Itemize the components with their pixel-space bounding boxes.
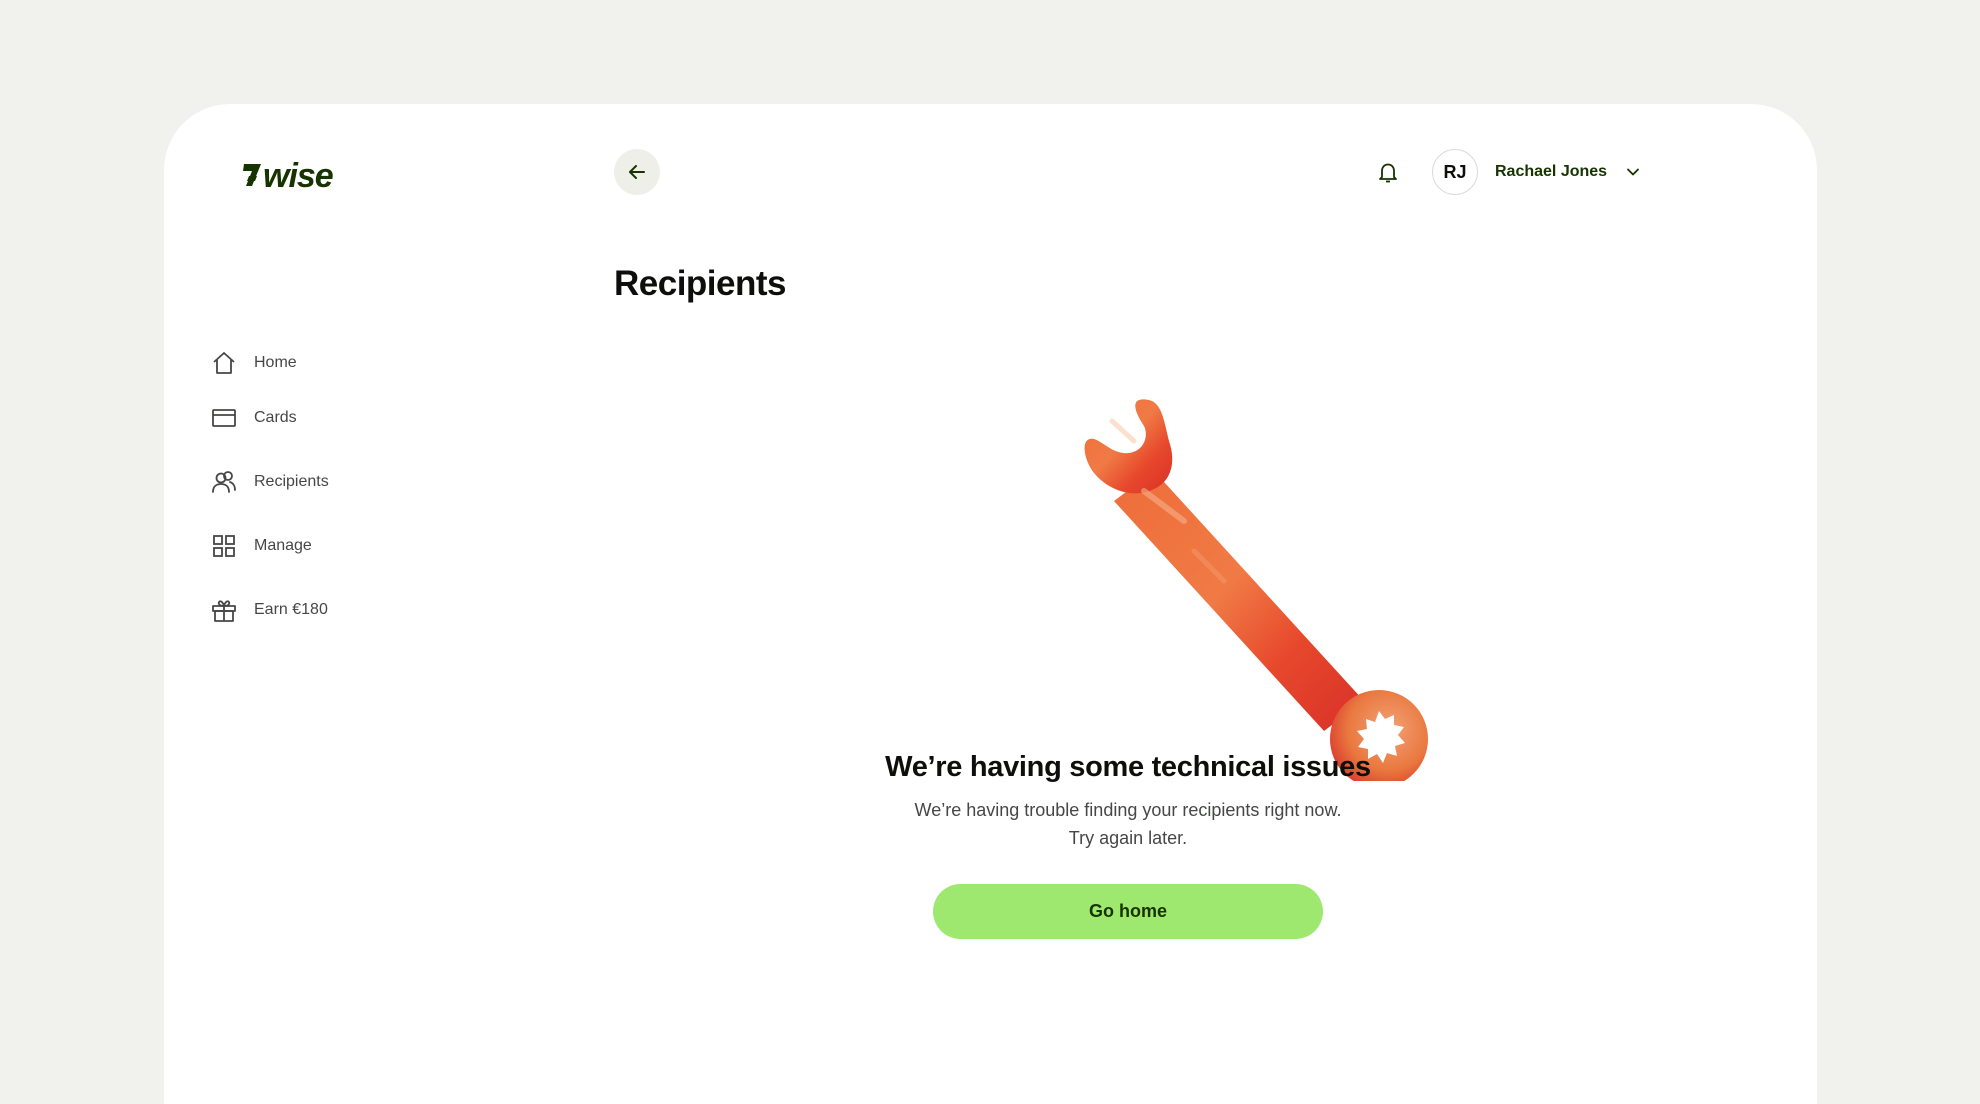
error-message-line: We’re having trouble finding your recipi…: [914, 800, 1342, 820]
card-icon: [210, 404, 238, 432]
sidebar-item-label: Earn €180: [254, 601, 328, 618]
error-headline: We’re having some technical issues: [885, 751, 1371, 783]
go-home-button[interactable]: Go home: [933, 884, 1323, 939]
sidebar-item-manage[interactable]: Manage: [210, 531, 470, 561]
page-title: Recipients: [614, 264, 787, 303]
wise-logo[interactable]: wise: [241, 154, 371, 196]
sidebar-item-recipients[interactable]: Recipients: [210, 467, 470, 497]
wrench-illustration: [1084, 399, 1428, 781]
sidebar-item-earn[interactable]: Earn €180: [210, 595, 470, 625]
arrow-left-icon: [629, 165, 645, 179]
chevron-down-icon[interactable]: [1625, 164, 1641, 180]
sidebar-item-label: Manage: [254, 537, 312, 554]
error-message: We’re having trouble finding your recipi…: [828, 796, 1428, 852]
error-message-line: Try again later.: [1068, 828, 1188, 848]
back-button[interactable]: [614, 149, 660, 195]
sidebar-item-label: Cards: [254, 409, 297, 426]
avatar[interactable]: RJ: [1432, 149, 1478, 195]
svg-text:wise: wise: [263, 157, 333, 195]
user-name[interactable]: Rachael Jones: [1495, 163, 1607, 181]
bell-icon: [1379, 163, 1397, 183]
gift-icon: [210, 596, 238, 624]
error-panel: We’re having some technical issues We’re…: [828, 751, 1428, 852]
sidebar-item-label: Home: [254, 354, 297, 371]
user-menu[interactable]: RJ Rachael Jones: [1432, 149, 1641, 195]
sidebar-item-home[interactable]: Home: [210, 348, 470, 378]
app-window: wise Home Cards Recipients Manage Earn €…: [164, 104, 1817, 1104]
grid-icon: [210, 532, 238, 560]
notifications-button[interactable]: [1375, 159, 1401, 185]
sidebar-item-label: Recipients: [254, 473, 329, 490]
sidebar-item-cards[interactable]: Cards: [210, 403, 470, 433]
recipients-icon: [210, 468, 238, 496]
home-icon: [210, 349, 238, 377]
